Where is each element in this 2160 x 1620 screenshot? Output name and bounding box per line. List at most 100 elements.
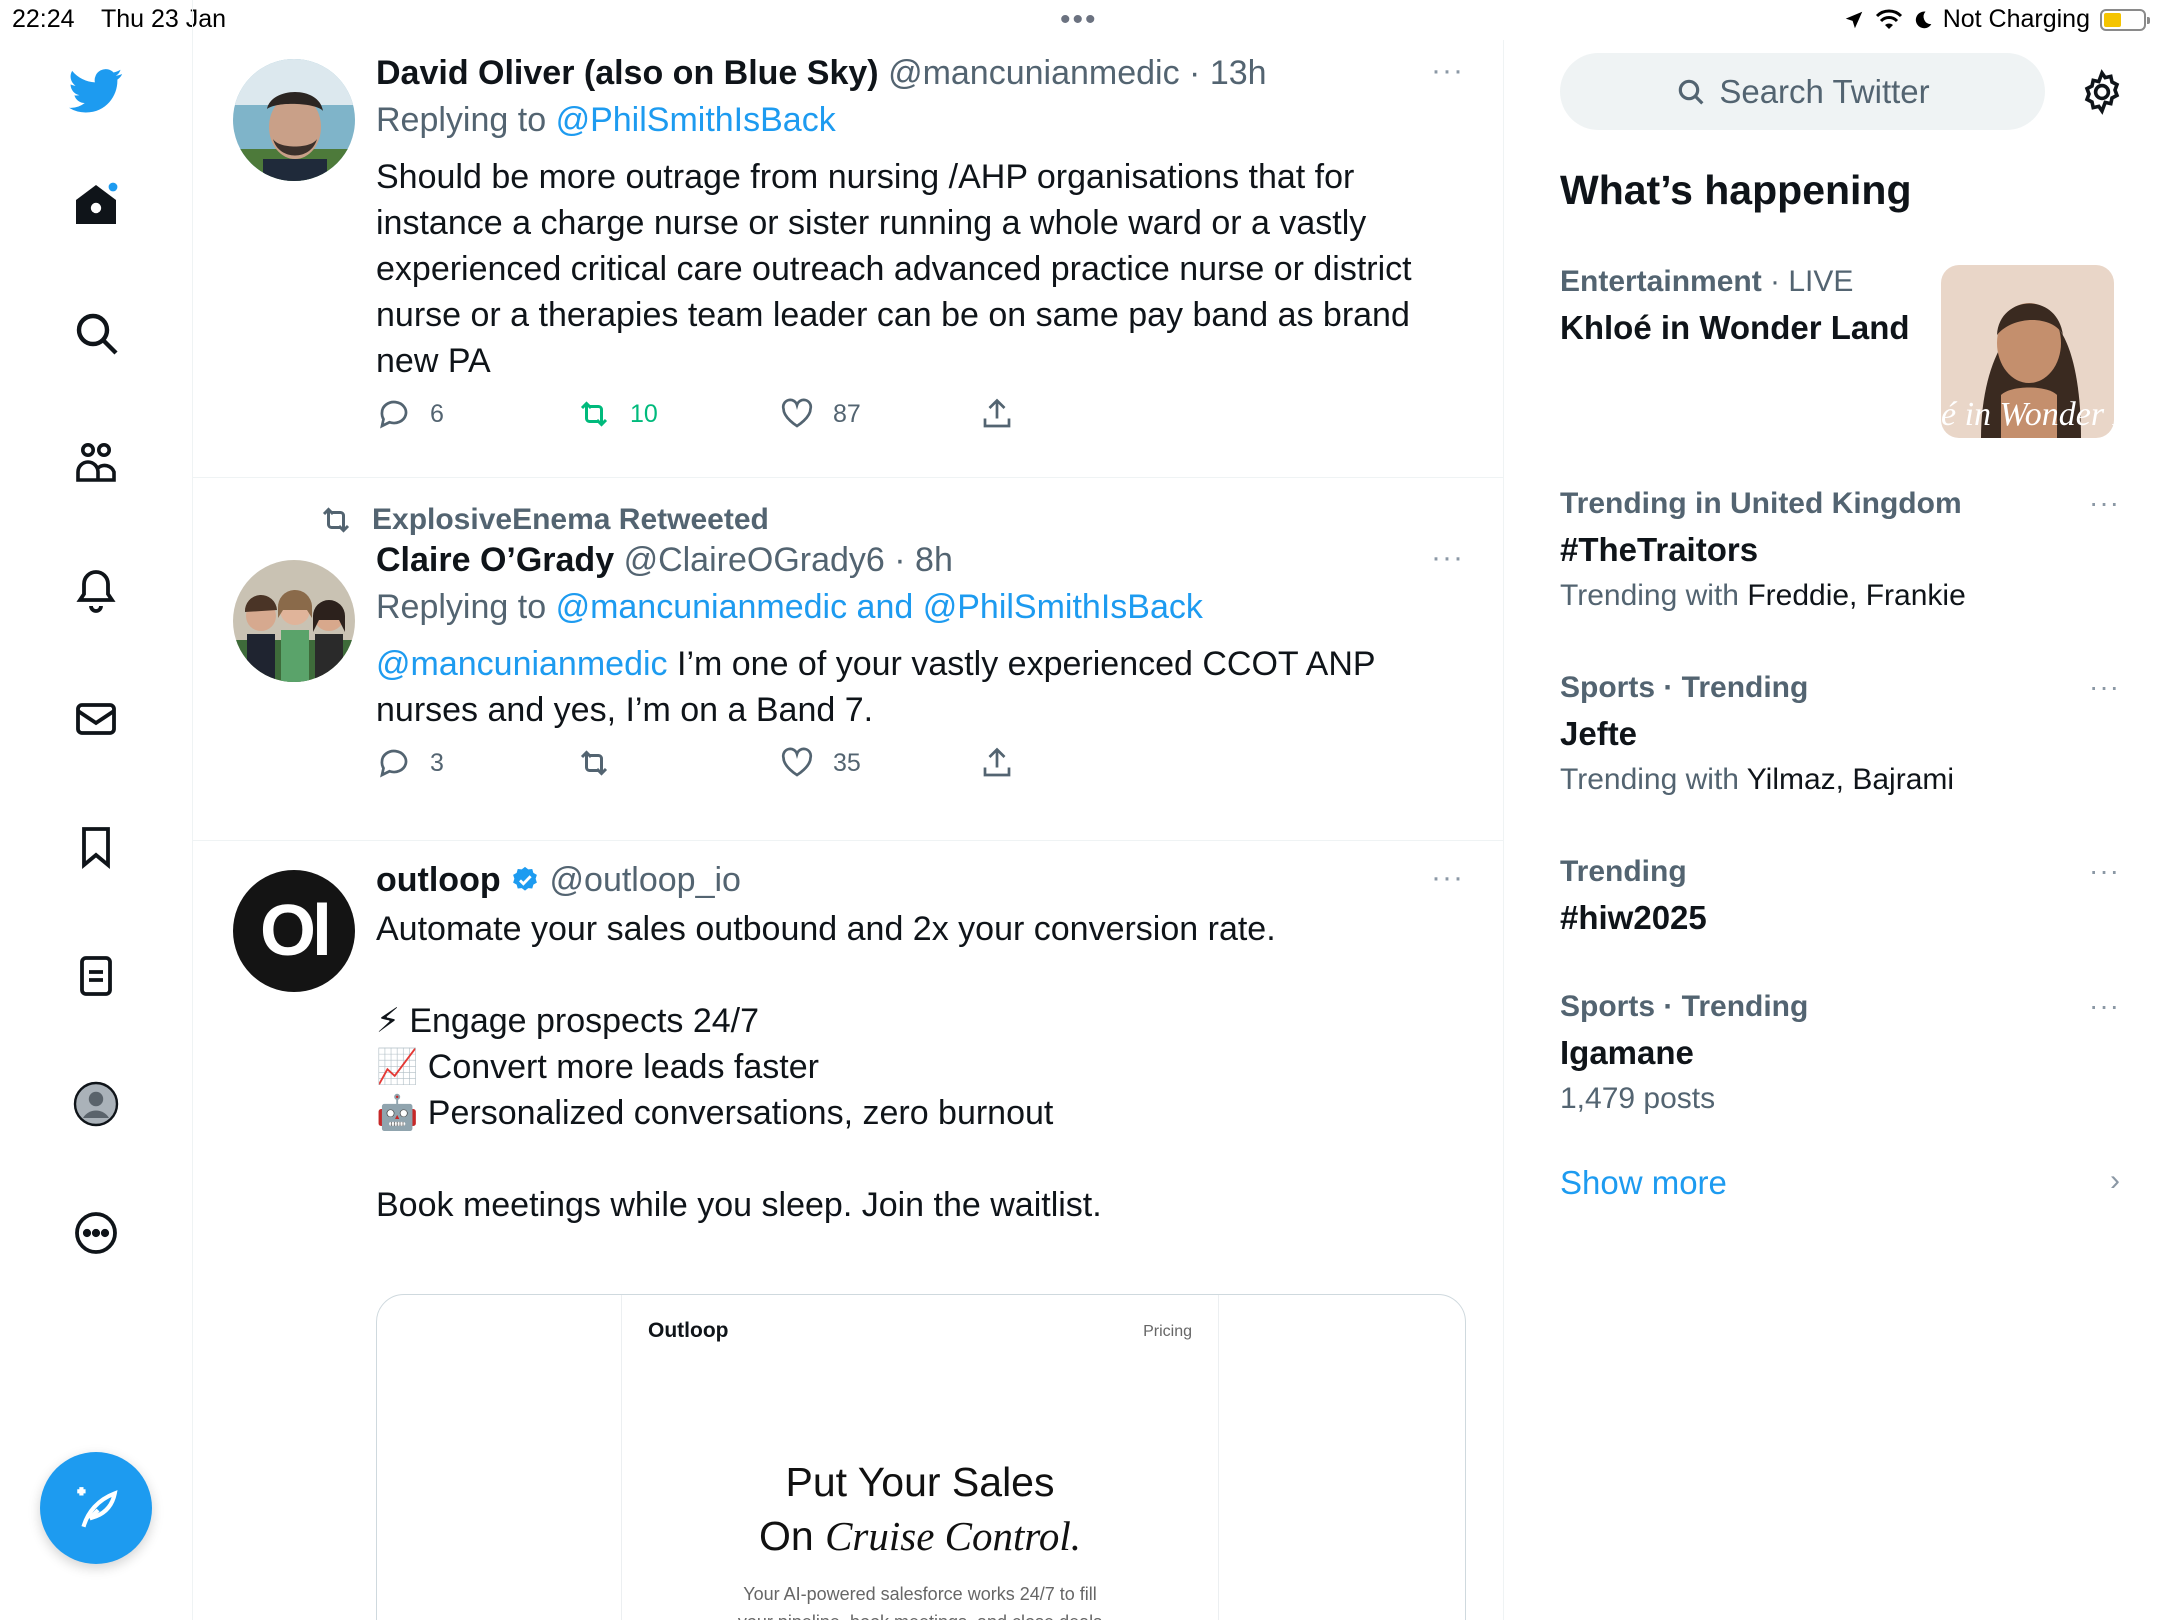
timeline-feed[interactable]: ··· David Oliver (also on Blue Sky) @man… [193, 40, 1504, 1620]
author-handle[interactable]: @ClaireOGrady6 [624, 541, 885, 579]
trend-more-button[interactable]: ··· [2089, 671, 2120, 703]
tweet-actions: 3 35 [376, 745, 1464, 785]
replying-label: Replying to [376, 101, 547, 139]
search-icon[interactable] [62, 299, 130, 367]
lists-icon[interactable] [62, 942, 130, 1010]
search-input[interactable]: Search Twitter [1560, 53, 2045, 130]
link-preview-card[interactable]: Outloop Pricing Put Your Sales On Cruise… [376, 1294, 1466, 1620]
replying-to: Replying to @PhilSmithIsBack [376, 101, 1464, 140]
trend-item[interactable]: Trending ··· #hiw2025 [1560, 855, 2120, 937]
charging-status: Not Charging [1942, 5, 2090, 33]
card-subtitle-line: Your AI-powered salesforce works 24/7 to… [743, 1584, 1097, 1604]
share-icon [983, 398, 1011, 428]
notifications-icon[interactable] [62, 556, 130, 624]
retweet-button[interactable] [576, 745, 630, 781]
trend-post-count: 1,479 posts [1560, 1082, 1716, 1115]
thumb-caption: é in Wonder L [1941, 396, 2114, 433]
retweeted-by: ExplosiveEnema Retweeted [318, 502, 769, 538]
trend-more-button[interactable]: ··· [2089, 990, 2120, 1022]
replying-label: Replying to [376, 588, 547, 626]
communities-icon[interactable] [62, 428, 130, 496]
trend-title: Jefte [1560, 715, 1638, 752]
card-subtitle: Your AI-powered salesforce works 24/7 to… [682, 1580, 1158, 1620]
avatar[interactable] [233, 59, 355, 181]
trend-more-button[interactable]: ··· [2089, 487, 2120, 519]
trend-item[interactable]: Sports · Trending ··· Jefte Trending wit… [1560, 671, 2120, 797]
profile-icon[interactable] [62, 1070, 130, 1138]
multitask-dots[interactable]: ••• [1060, 3, 1098, 37]
status-bar: 22:24 Thu 23 Jan ••• Not Charging [0, 0, 2160, 40]
tweet[interactable]: ··· David Oliver (also on Blue Sky) @man… [193, 40, 1503, 478]
compose-button[interactable] [40, 1452, 152, 1564]
trend-category: Entertainment [1560, 265, 1762, 298]
retweet-icon [322, 507, 350, 533]
mention-link[interactable]: @mancunianmedic [376, 645, 668, 683]
trend-sub-value: Yilmaz, Bajrami [1746, 763, 1955, 796]
avatar[interactable] [233, 560, 355, 682]
card-subtitle-line: your pipeline, book meetings, and close … [682, 1608, 1158, 1620]
location-icon [1845, 11, 1862, 28]
reply-count: 3 [430, 748, 444, 777]
trend-title: Igamane [1560, 1034, 1694, 1071]
like-button[interactable]: 87 [779, 396, 861, 432]
messages-icon[interactable] [62, 685, 130, 753]
trend-sub-label: Trending with [1560, 763, 1739, 796]
card-headline-line: On [758, 1513, 826, 1559]
trend-item[interactable]: Sports · Trending ··· Igamane 1,479 post… [1560, 990, 2120, 1116]
trend-item[interactable]: Entertainment · LIVE Khloé in Wonder Lan… [1560, 265, 1940, 347]
author-name[interactable]: David Oliver (also on Blue Sky) [376, 54, 879, 92]
like-button[interactable]: 35 [779, 745, 861, 781]
battery-icon [2100, 8, 2150, 31]
trend-thumbnail[interactable]: é in Wonder L [1941, 265, 2114, 438]
trend-category: Trending in United Kingdom [1560, 487, 1962, 520]
tweet[interactable]: ExplosiveEnema Retweeted ··· Claire O’Gr… [193, 478, 1503, 841]
verified-badge-icon [513, 866, 537, 891]
search-placeholder: Search Twitter [1719, 72, 1930, 110]
gear-icon[interactable] [2078, 68, 2126, 116]
trend-category: Sports · Trending [1560, 671, 1809, 704]
home-icon[interactable] [62, 170, 130, 238]
status-right: Not Charging [1843, 5, 2150, 34]
trend-category: Trending [1560, 855, 1687, 888]
heart-icon [781, 747, 813, 777]
trend-item[interactable]: Trending in United Kingdom ··· #TheTrait… [1560, 487, 2120, 613]
replying-to-link[interactable]: @PhilSmithIsBack [556, 101, 836, 139]
tweet[interactable]: Ol ··· outloop @outloop_io Automate your… [193, 841, 1503, 1620]
show-more-link[interactable]: Show more › [1560, 1164, 2120, 1202]
author-handle[interactable]: @outloop_io [550, 861, 741, 899]
trend-sub-value: Freddie, Frankie [1747, 579, 1966, 612]
wifi-icon [1875, 9, 1902, 29]
replying-to-link[interactable]: @mancunianmedic and @PhilSmithIsBack [556, 588, 1203, 626]
avatar[interactable]: Ol [233, 870, 355, 992]
author-name[interactable]: outloop [376, 861, 501, 899]
like-count: 87 [833, 399, 861, 428]
retweet-icon [580, 750, 608, 776]
card-headline: Put Your Sales On Cruise Control. [622, 1455, 1218, 1563]
tweet-bullet: 🤖 Personalized conversations, zero burno… [376, 1094, 1054, 1132]
author-handle[interactable]: @mancunianmedic [888, 54, 1180, 92]
card-preview-image: Outloop Pricing Put Your Sales On Cruise… [621, 1295, 1219, 1620]
more-icon[interactable] [62, 1199, 130, 1267]
trend-more-button[interactable]: ··· [2089, 855, 2120, 887]
reply-button[interactable]: 6 [376, 396, 444, 432]
chevron-right-icon: › [2110, 1164, 2120, 1197]
replying-to: Replying to @mancunianmedic and @PhilSmi… [376, 588, 1464, 627]
bookmarks-icon[interactable] [62, 813, 130, 881]
retweet-count: 10 [630, 399, 658, 428]
tweet-time[interactable]: 8h [915, 541, 953, 579]
tweet-time[interactable]: 13h [1210, 54, 1267, 92]
reply-button[interactable]: 3 [376, 745, 444, 781]
card-brand: Outloop [648, 1319, 729, 1342]
moon-icon [1915, 11, 1932, 28]
retweeted-by-label[interactable]: ExplosiveEnema Retweeted [372, 503, 769, 537]
twitter-bird-icon[interactable] [62, 56, 130, 124]
left-navigation [0, 0, 193, 1620]
whats-happening-title: What’s happening [1560, 167, 1912, 213]
reply-icon [380, 400, 408, 429]
share-button[interactable] [979, 745, 1015, 781]
share-button[interactable] [979, 396, 1015, 432]
author-name[interactable]: Claire O’Grady [376, 541, 614, 579]
card-pricing: Pricing [1143, 1323, 1192, 1340]
avatar-logo-text: Ol [259, 891, 332, 971]
retweet-button[interactable]: 10 [576, 396, 658, 432]
